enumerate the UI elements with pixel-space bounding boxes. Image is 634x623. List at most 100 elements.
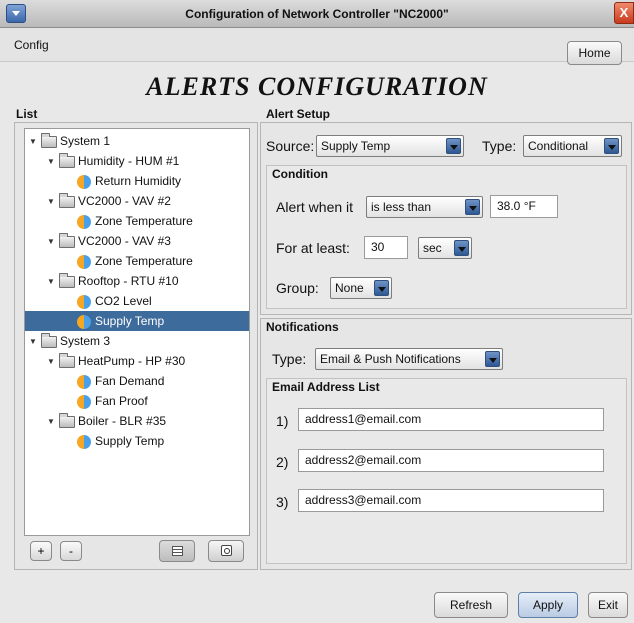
group-label: Group: <box>276 280 319 296</box>
tree-node-label: HeatPump - HP #30 <box>78 354 186 368</box>
tree-node-label: Fan Proof <box>95 394 148 408</box>
expand-toggle-icon[interactable]: ▼ <box>47 272 59 292</box>
sensor-icon <box>77 394 91 409</box>
operator-value: is less than <box>371 200 432 214</box>
alert-when-label: Alert when it <box>276 199 354 215</box>
tree-folder-node[interactable]: ▼ Rooftop - RTU #10 <box>47 271 179 291</box>
tree-sensor-node[interactable]: CO2 Level <box>65 291 152 311</box>
home-button[interactable]: Home <box>567 41 622 65</box>
for-at-least-label: For at least: <box>276 240 350 256</box>
tree-node-label: VC2000 - VAV #3 <box>78 234 171 248</box>
tree-sensor-node[interactable]: Fan Proof <box>65 391 148 411</box>
email-field-2[interactable]: address2@email.com <box>298 449 604 472</box>
tree-node-label: Supply Temp <box>95 434 165 448</box>
source-select[interactable]: Supply Temp <box>316 135 464 157</box>
duration-unit-select[interactable]: sec <box>418 237 472 259</box>
folder-icon <box>59 232 75 248</box>
source-value: Supply Temp <box>321 139 391 153</box>
tree-sensor-node[interactable]: Zone Temperature <box>65 251 193 271</box>
duration-field[interactable]: 30 <box>364 236 408 259</box>
duration-unit-value: sec <box>423 241 442 255</box>
sensor-icon <box>77 434 91 449</box>
tree-sensor-node[interactable]: Fan Demand <box>65 371 164 391</box>
tree-sensor-node[interactable]: Supply Temp <box>25 311 249 331</box>
email-index-3: 3) <box>276 494 289 510</box>
email-field-3[interactable]: address3@email.com <box>298 489 604 512</box>
sensor-icon <box>77 214 91 229</box>
group-select[interactable]: None <box>330 277 392 299</box>
alert-setup-label: Alert Setup <box>266 107 331 121</box>
email-field-1[interactable]: address1@email.com <box>298 408 604 431</box>
expand-toggle-icon[interactable]: ▼ <box>29 132 41 152</box>
list-view-icon <box>172 546 183 556</box>
condition-label: Condition <box>272 167 328 181</box>
folder-icon <box>59 272 75 288</box>
tree-folder-node[interactable]: ▼ System 1 <box>29 131 110 151</box>
tree-node-label: Zone Temperature <box>95 214 193 228</box>
exit-button[interactable]: Exit <box>588 592 628 618</box>
tree-sensor-node[interactable]: Supply Temp <box>65 431 164 451</box>
tree-node-label: Zone Temperature <box>95 254 193 268</box>
chevron-down-icon <box>604 138 619 154</box>
expand-toggle-icon[interactable]: ▼ <box>29 332 41 352</box>
refresh-button[interactable]: Refresh <box>434 592 508 618</box>
chevron-down-icon <box>446 138 461 154</box>
alert-type-select[interactable]: Conditional <box>523 135 622 157</box>
group-value: None <box>335 281 364 295</box>
close-icon[interactable]: X <box>614 2 634 24</box>
sensor-icon <box>77 174 91 189</box>
folder-icon <box>41 332 57 348</box>
detail-view-button[interactable] <box>208 540 244 562</box>
source-label: Source: <box>266 138 315 154</box>
type-label: Type: <box>482 138 517 154</box>
expand-toggle-icon[interactable]: ▼ <box>47 232 59 252</box>
list-view-button[interactable] <box>159 540 195 562</box>
tree-folder-node[interactable]: ▼ VC2000 - VAV #3 <box>47 231 171 251</box>
alert-type-value: Conditional <box>528 139 589 153</box>
notification-type-select[interactable]: Email & Push Notifications <box>315 348 503 370</box>
tree-node-label: Rooftop - RTU #10 <box>78 274 179 288</box>
tree-node-label: System 1 <box>60 134 111 148</box>
page-title: ALERTS CONFIGURATION <box>146 72 488 101</box>
expand-toggle-icon[interactable]: ▼ <box>47 352 59 372</box>
device-tree[interactable]: ▼ System 1 ▼ Humidity - HUM #1 Return Humidi… <box>24 128 250 536</box>
chevron-down-icon <box>485 351 500 367</box>
notification-type-label: Type: <box>272 351 307 367</box>
folder-icon <box>59 412 75 428</box>
tree-node-label: System 3 <box>60 334 111 348</box>
tree-folder-node[interactable]: ▼ Boiler - BLR #35 <box>47 411 166 431</box>
sensor-icon <box>77 374 91 389</box>
tree-node-label: CO2 Level <box>95 294 152 308</box>
tree-node-label: Return Humidity <box>95 174 182 188</box>
email-index-2: 2) <box>276 454 289 470</box>
email-index-1: 1) <box>276 413 289 429</box>
tree-folder-node[interactable]: ▼ HeatPump - HP #30 <box>47 351 185 371</box>
chevron-down-icon <box>465 199 480 215</box>
apply-button[interactable]: Apply <box>518 592 578 618</box>
remove-button[interactable]: - <box>60 541 82 561</box>
threshold-field[interactable]: 38.0 °F <box>490 195 558 218</box>
tree-folder-node[interactable]: ▼ System 3 <box>29 331 110 351</box>
tree-sensor-node[interactable]: Zone Temperature <box>65 211 193 231</box>
add-button[interactable]: + <box>30 541 52 561</box>
operator-select[interactable]: is less than <box>366 196 483 218</box>
folder-icon <box>59 192 75 208</box>
expand-toggle-icon[interactable]: ▼ <box>47 192 59 212</box>
tree-node-label: VC2000 - VAV #2 <box>78 194 171 208</box>
sensor-icon <box>77 294 91 309</box>
tree-node-label: Fan Demand <box>95 374 165 388</box>
tree-folder-node[interactable]: ▼ Humidity - HUM #1 <box>47 151 179 171</box>
search-icon <box>221 545 232 556</box>
email-list-label: Email Address List <box>272 380 380 394</box>
menu-config[interactable]: Config <box>14 38 49 52</box>
tree-sensor-node[interactable]: Return Humidity <box>65 171 181 191</box>
list-label: List <box>16 107 38 121</box>
expand-toggle-icon[interactable]: ▼ <box>47 152 59 172</box>
tree-node-label: Boiler - BLR #35 <box>78 414 167 428</box>
window-title-bar: Configuration of Network Controller "NC2… <box>0 0 634 28</box>
tree-folder-node[interactable]: ▼ VC2000 - VAV #2 <box>47 191 171 211</box>
folder-icon <box>59 152 75 168</box>
expand-toggle-icon[interactable]: ▼ <box>47 412 59 432</box>
chevron-down-icon <box>454 240 469 256</box>
menu-bar: Config <box>0 28 634 62</box>
